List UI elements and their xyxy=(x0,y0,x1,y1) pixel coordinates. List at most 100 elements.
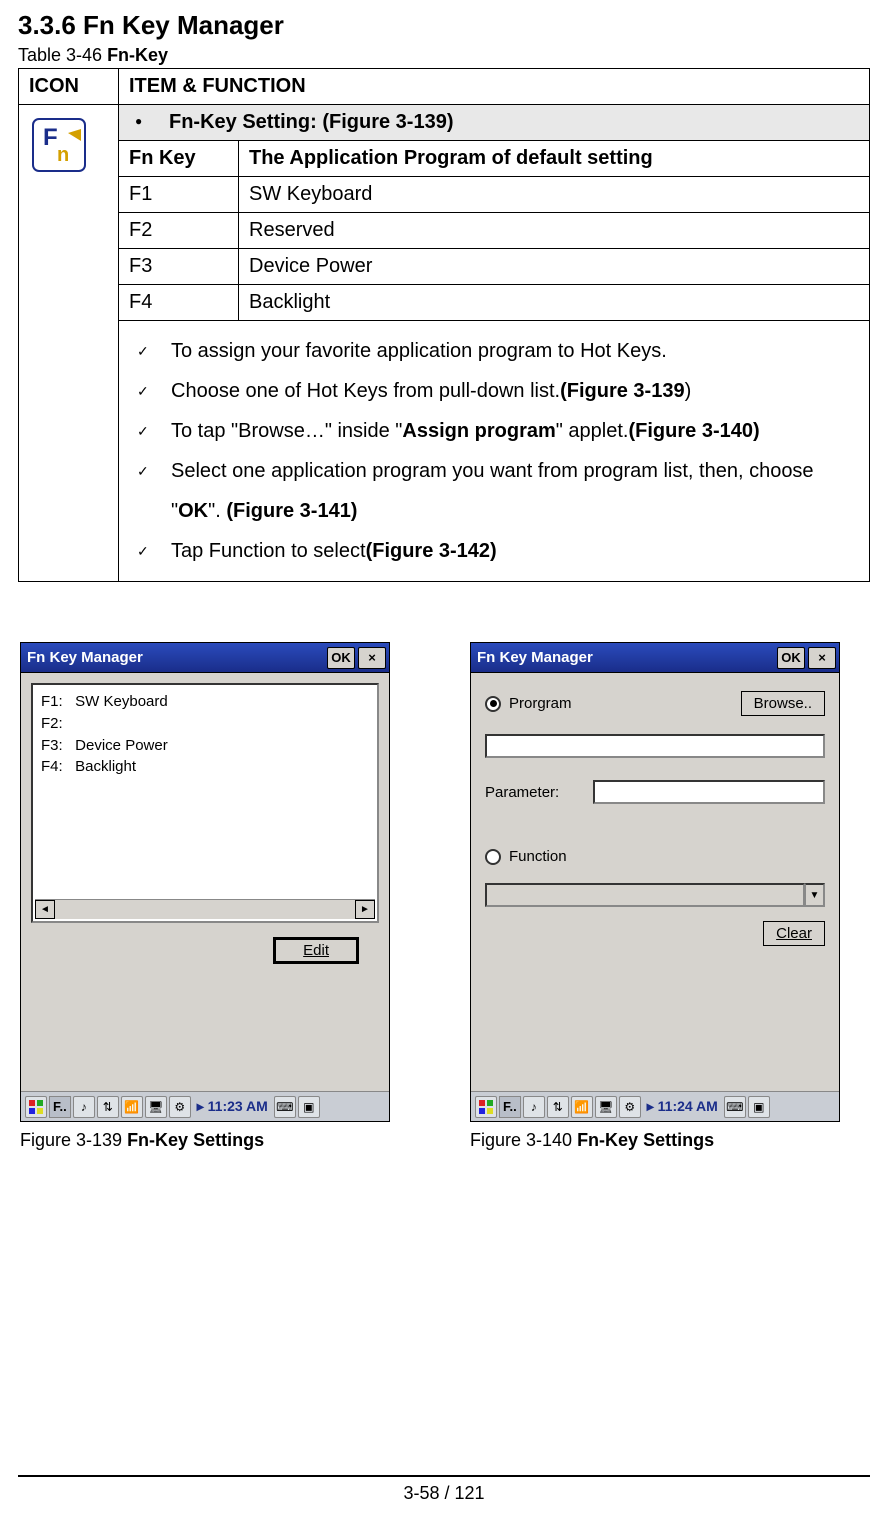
tray-icon[interactable]: ⚙ xyxy=(169,1096,191,1118)
program-path-field[interactable] xyxy=(485,734,825,758)
caption-prefix: Figure 3-140 xyxy=(470,1130,577,1150)
clear-button[interactable]: Clear xyxy=(763,921,825,946)
windows-icon[interactable]: ▣ xyxy=(298,1096,320,1118)
table-note: ✓ Tap Function to select(Figure 3-142) xyxy=(131,531,857,571)
program-radio[interactable] xyxy=(485,696,501,712)
figures-row: Fn Key Manager OK × F1: SW Keyboard F2: … xyxy=(20,642,870,1151)
keyboard-icon[interactable]: ⌨ xyxy=(274,1096,296,1118)
signal-icon[interactable]: 📶 xyxy=(571,1096,593,1118)
edit-button[interactable]: Edit xyxy=(273,937,359,964)
close-button[interactable]: × xyxy=(358,647,386,669)
note-mid: ". xyxy=(208,500,226,522)
note-text: To tap "Browse…" inside " xyxy=(171,420,402,442)
note-mid: " applet. xyxy=(556,420,629,442)
function-option-row: Function xyxy=(485,848,825,865)
windows-icon[interactable]: ▣ xyxy=(748,1096,770,1118)
table-note: ✓ To tap "Browse…" inside "Assign progra… xyxy=(131,411,857,451)
start-icon[interactable] xyxy=(25,1096,47,1118)
keyboard-icon[interactable]: ⌨ xyxy=(724,1096,746,1118)
parameter-row: Parameter: xyxy=(485,780,825,804)
ok-button[interactable]: OK xyxy=(327,647,355,669)
fnkey-table: ICON ITEM & FUNCTION F n Fn-Key Setting:… xyxy=(18,68,870,582)
client-area-140: Prorgram Browse.. Parameter: Function ▼ xyxy=(471,673,839,1091)
table-note: ✓ Select one application program you wan… xyxy=(131,451,857,531)
table-section-label-cell: Fn-Key Setting: (Figure 3-139) xyxy=(119,105,870,141)
window-title: Fn Key Manager xyxy=(477,649,593,666)
program-option-row: Prorgram Browse.. xyxy=(485,691,825,716)
start-icon[interactable] xyxy=(475,1096,497,1118)
running-app[interactable]: F.. xyxy=(49,1096,71,1118)
table-note: ✓ Choose one of Hot Keys from pull-down … xyxy=(131,371,857,411)
check-icon: ✓ xyxy=(131,411,165,451)
note-post: ) xyxy=(685,380,692,402)
list-line: F1: SW Keyboard xyxy=(41,691,369,713)
fnkey-listbox[interactable]: F1: SW Keyboard F2: F3: Device Power F4:… xyxy=(31,683,379,923)
tray-icon[interactable]: 🖥 xyxy=(145,1096,167,1118)
clock[interactable]: ▸ 11:24 AM xyxy=(643,1098,722,1115)
note-bold2: (Figure 3-140) xyxy=(628,420,759,442)
note-bold: OK xyxy=(178,500,208,522)
table-row: F4 Backlight xyxy=(19,285,870,321)
fn-app-cell: SW Keyboard xyxy=(239,177,870,213)
taskbar-139: F.. ♪ ⇅ 📶 🖥 ⚙ ▸ 11:23 AM ⌨ ▣ xyxy=(21,1091,389,1121)
device-window-139: Fn Key Manager OK × F1: SW Keyboard F2: … xyxy=(20,642,390,1122)
parameter-label: Parameter: xyxy=(485,784,585,801)
table-col-app: The Application Program of default setti… xyxy=(239,141,870,177)
figure-140: Fn Key Manager OK × Prorgram Browse.. Pa… xyxy=(470,642,840,1151)
figure-139-caption: Figure 3-139 Fn-Key Settings xyxy=(20,1130,390,1151)
chevron-down-icon[interactable]: ▼ xyxy=(805,883,825,907)
page-footer: 3-58 / 121 xyxy=(0,1475,888,1504)
note-text: Tap Function to select xyxy=(171,540,366,562)
list-line: F2: xyxy=(41,713,369,735)
note-text: To assign your favorite application prog… xyxy=(171,340,667,362)
running-app[interactable]: F.. xyxy=(499,1096,521,1118)
page-number: 3-58 / 121 xyxy=(403,1483,484,1503)
check-icon: ✓ xyxy=(131,531,165,571)
signal-icon[interactable]: 📶 xyxy=(121,1096,143,1118)
table-section-label: Fn-Key Setting: (Figure 3-139) xyxy=(169,111,453,133)
close-button[interactable]: × xyxy=(808,647,836,669)
scroll-left-icon[interactable]: ◄ xyxy=(35,900,55,919)
table-row: F2 Reserved xyxy=(19,213,870,249)
svg-text:F: F xyxy=(43,124,58,151)
tray-icon[interactable]: ⚙ xyxy=(619,1096,641,1118)
bullet-icon xyxy=(129,111,169,133)
fn-icon-cell: F n xyxy=(19,105,119,582)
fn-app-cell: Reserved xyxy=(239,213,870,249)
tray-icon[interactable]: ⇅ xyxy=(97,1096,119,1118)
h-scrollbar[interactable]: ◄ ► xyxy=(35,899,375,919)
tray-icon[interactable]: ♪ xyxy=(523,1096,545,1118)
parameter-field[interactable] xyxy=(593,780,825,804)
fn-key-cell: F3 xyxy=(119,249,239,285)
list-line: F3: Device Power xyxy=(41,735,369,757)
device-window-140: Fn Key Manager OK × Prorgram Browse.. Pa… xyxy=(470,642,840,1122)
fn-key-cell: F1 xyxy=(119,177,239,213)
tray-icon[interactable]: 🖥 xyxy=(595,1096,617,1118)
table-row: F1 SW Keyboard xyxy=(19,177,870,213)
ok-button[interactable]: OK xyxy=(777,647,805,669)
tray-icon[interactable]: ♪ xyxy=(73,1096,95,1118)
caption-prefix: Figure 3-139 xyxy=(20,1130,127,1150)
caption-bold: Fn-Key Settings xyxy=(577,1130,714,1150)
clock[interactable]: ▸ 11:23 AM xyxy=(193,1098,272,1115)
table-caption-prefix: Table 3-46 xyxy=(18,45,107,65)
titlebar-140: Fn Key Manager OK × xyxy=(471,643,839,673)
scroll-track[interactable] xyxy=(55,900,355,919)
function-radio[interactable] xyxy=(485,849,501,865)
note-bold: (Figure 3-142) xyxy=(366,540,497,562)
function-combo[interactable]: ▼ xyxy=(485,883,825,907)
titlebar-139: Fn Key Manager OK × xyxy=(21,643,389,673)
table-notes-cell: ✓ To assign your favorite application pr… xyxy=(119,321,870,582)
table-col-key: Fn Key xyxy=(119,141,239,177)
table-caption-bold: Fn-Key xyxy=(107,45,168,65)
table-notes-row: ✓ To assign your favorite application pr… xyxy=(19,321,870,582)
table-header-item: ITEM & FUNCTION xyxy=(119,69,870,105)
figure-140-caption: Figure 3-140 Fn-Key Settings xyxy=(470,1130,840,1151)
tray-icon[interactable]: ⇅ xyxy=(547,1096,569,1118)
fn-app-cell: Device Power xyxy=(239,249,870,285)
browse-button[interactable]: Browse.. xyxy=(741,691,825,716)
function-radio-label: Function xyxy=(509,848,567,865)
section-title: 3.3.6 Fn Key Manager xyxy=(18,10,870,41)
scroll-right-icon[interactable]: ► xyxy=(355,900,375,919)
table-header-row: ICON ITEM & FUNCTION xyxy=(19,69,870,105)
